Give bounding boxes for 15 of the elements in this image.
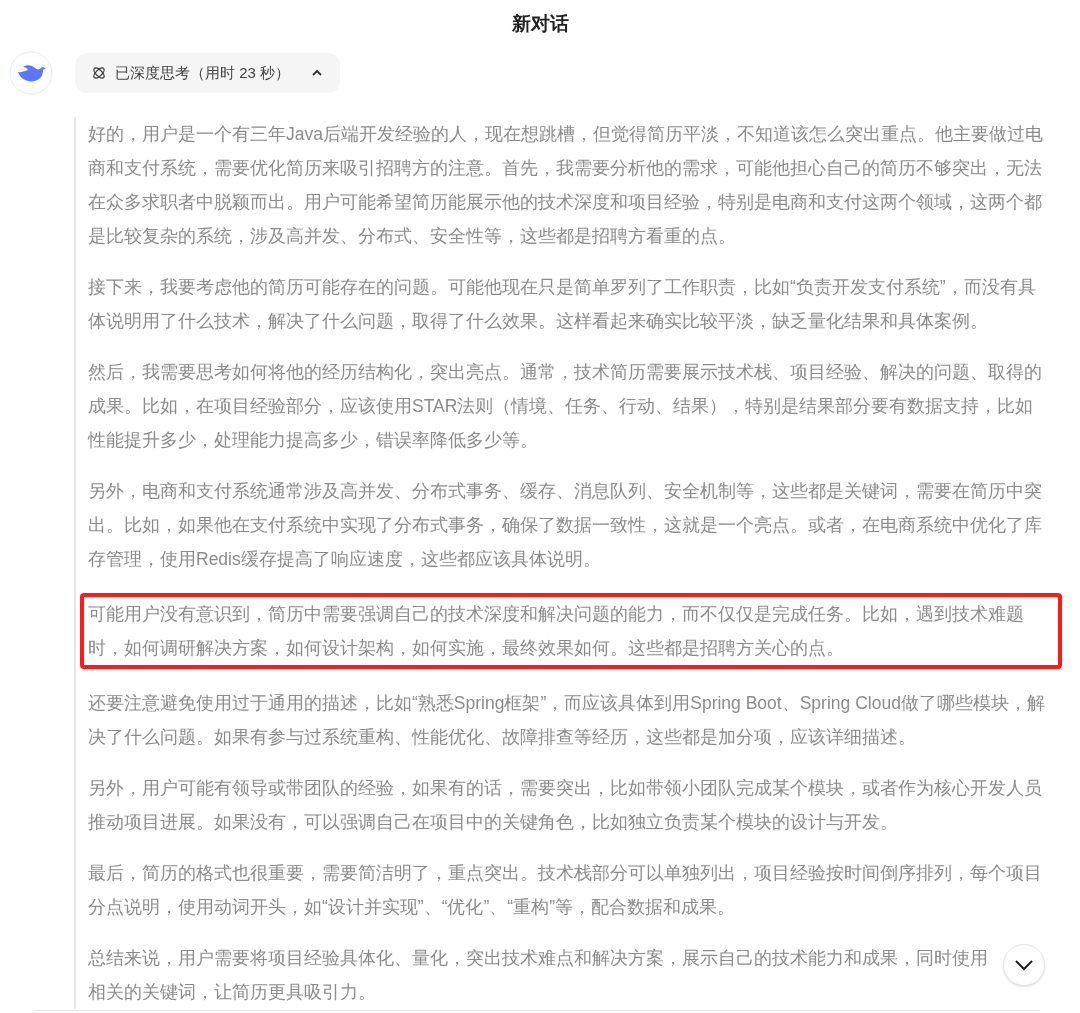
thinking-paragraph: 另外，电商和支付系统通常涉及高并发、分布式事务、缓存、消息队列、安全机制等，这些都是关键词，需要在简历中突出。比如，如果他在支付系统中实现了分布式事务，确保了数据一致性，这就是一个亮点。或者，在电商系统中优化了库存管理，使用Redis缓存提高了响应速度，这些都应该具体说明。 [88, 480, 1043, 571]
atom-icon [91, 65, 107, 81]
thinking-paragraph: 可能用户没有意识到，简历中需要强调自己的技术深度和解决问题的能力，而不仅仅是完成任务。比如，遇到技术难题时，如何调研解决方案，如何设计架构，如何实施，最终效果如何。这些都是招聘方关心的点。 [80, 593, 1062, 669]
chevron-down-icon [1014, 959, 1034, 971]
scroll-down-button[interactable] [1003, 944, 1045, 986]
thinking-toggle-button[interactable]: 已深度思考（用时 23 秒） [75, 53, 341, 93]
page-title: 新对话 [511, 12, 569, 36]
thinking-paragraph: 还要注意避免使用过于通用的描述，比如“熟悉Spring框架”，而应该具体到用Spring Boot、Spring Cloud做了哪些模块，解决了什么问题。如果有参与过系统重构、性能优化、故障排查等经历，这些都是加分项，应该详细描述。 [88, 692, 1046, 749]
thinking-paragraph: 接下来，我要考虑他的简历可能存在的问题。可能他现在只是简单罗列了工作职责，比如“负责开发支付系统”，而没有具体说明用了什么技术，解决了什么问题，取得了什么效果。这样看起来确实比较平淡，缺乏量化结果和具体案例。 [88, 276, 1037, 333]
thinking-paragraph: 另外，用户可能有领导或带团队的经验，如果有的话，需要突出，比如带领小团队完成某个模块，或者作为核心开发人员推动项目进展。如果没有，可以强调自己在项目中的关键角色，比如独立负责某个模块的设计与开发。 [88, 777, 1043, 834]
thinking-paragraph: 最后，简历的格式也很重要，需要简洁明了，重点突出。技术栈部分可以单独列出，项目经验按时间倒序排列，每个项目分点说明，使用动词开头，如“设计并实现”、“优化”、“重构”等，配合数据和成果。 [88, 862, 1043, 919]
thinking-paragraph: 然后，我需要思考如何将他的经历结构化，突出亮点。通常，技术简历需要展示技术栈、项目经验、解决的问题、取得的成果。比如，在项目经验部分，应该使用STAR法则（情境、任务、行动、结果），特别是结果部分要有数据支持，比如性能提升多少，处理能力提高多少，错误率降低多少等。 [88, 361, 1043, 452]
thinking-paragraph-line: 总结来说，用户需要将项目经验具体化、量化，突出技术难点和解决方案，展示自己的技术能力和成果，同时使用 [88, 947, 988, 970]
thinking-paragraph: 好的，用户是一个有三年Java后端开发经验的人，现在想跳槽，但觉得简历平淡，不知道该怎么突出重点。他主要做过电商和支付系统，需要优化简历来吸引招聘方的注意。首先，我需要分析他的需求，可能他担心自己的简历不够突出，无法在众多求职者中脱颖而出。用户可能希望简历能展示他的技术深度和项目经验，特别是电商和支付这两个领域，这两个都是比较复杂的系统，涉及高并发、分布式、安全性等，这些都是招聘方看重的点。 [88, 123, 1044, 248]
thinking-paragraph-line: 相关的关键词，让简历更具吸引力。 [88, 981, 376, 1004]
